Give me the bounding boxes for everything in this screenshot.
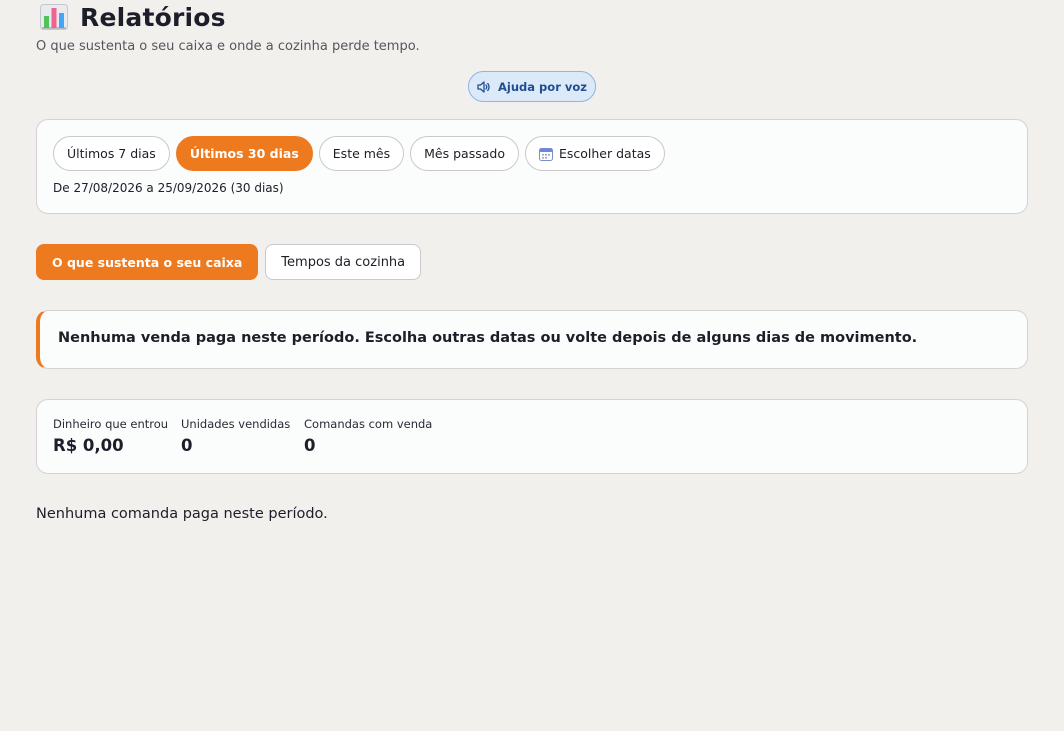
reports-page: Relatórios O que sustenta o seu caixa e … xyxy=(0,0,1064,731)
stat-label: Comandas com venda xyxy=(304,417,433,431)
chip-label: Últimos 30 dias xyxy=(189,146,299,161)
period-chip-this-month[interactable]: Este mês xyxy=(318,136,405,171)
stat-label: Unidades vendidas xyxy=(181,417,291,431)
chip-label: Escolher datas xyxy=(558,146,651,161)
voice-help-button[interactable]: Ajuda por voz xyxy=(468,71,596,102)
stat-money-in: Dinheiro que entrou R$ 0,00 xyxy=(53,417,168,455)
stat-orders-with-sale: Comandas com venda 0 xyxy=(304,417,432,455)
stat-value: R$ 0,00 xyxy=(53,436,124,455)
report-tabs: O que sustenta o seu caixa Tempos da coz… xyxy=(36,244,422,280)
period-selector-card: Últimos 7 dias Últimos 30 dias Este mês … xyxy=(36,119,1028,214)
chip-label: Últimos 7 dias xyxy=(67,146,156,161)
tab-cash-drivers[interactable]: O que sustenta o seu caixa xyxy=(36,244,259,280)
period-chip-choose-dates[interactable]: Escolher datas xyxy=(524,136,665,171)
calendar-icon xyxy=(538,147,553,161)
stat-label: Dinheiro que entrou xyxy=(53,417,169,431)
period-chip-last-7-days[interactable]: Últimos 7 dias xyxy=(53,136,170,171)
speaker-icon xyxy=(477,80,491,93)
no-sales-alert: Nenhuma venda paga neste período. Escolh… xyxy=(36,310,1028,369)
alert-message: Nenhuma venda paga neste período. Escolh… xyxy=(58,330,918,346)
tab-label: O que sustenta o seu caixa xyxy=(52,254,243,270)
period-chip-last-30-days[interactable]: Últimos 30 dias xyxy=(175,136,313,171)
date-range-text: De 27/08/2026 a 25/09/2026 (30 dias) xyxy=(53,181,284,195)
chip-label: Mês passado xyxy=(424,146,505,161)
page-header: Relatórios xyxy=(40,2,226,32)
voice-help-label: Ajuda por voz xyxy=(498,79,587,94)
period-chips: Últimos 7 dias Últimos 30 dias Este mês … xyxy=(53,136,665,171)
page-title: Relatórios xyxy=(80,2,226,32)
bar-chart-icon xyxy=(40,4,68,30)
tab-kitchen-times[interactable]: Tempos da cozinha xyxy=(265,244,422,280)
summary-stats-card: Dinheiro que entrou R$ 0,00 Unidades ven… xyxy=(36,399,1028,474)
page-subtitle: O que sustenta o seu caixa e onde a cozi… xyxy=(36,39,420,54)
chip-label: Este mês xyxy=(332,146,391,161)
period-chip-last-month[interactable]: Mês passado xyxy=(410,136,519,171)
stat-value: 0 xyxy=(304,436,316,455)
empty-orders-message: Nenhuma comanda paga neste período. xyxy=(36,506,328,522)
stat-value: 0 xyxy=(181,436,193,455)
stat-units-sold: Unidades vendidas 0 xyxy=(181,417,290,455)
tab-label: Tempos da cozinha xyxy=(281,254,406,270)
